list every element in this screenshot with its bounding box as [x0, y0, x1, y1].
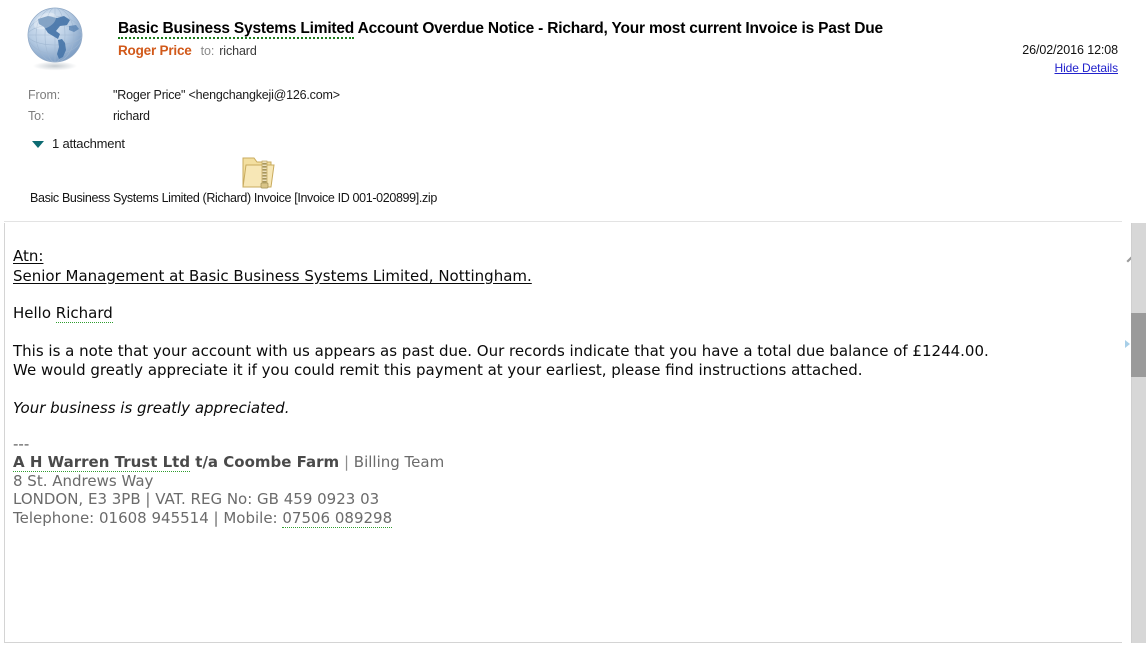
vertical-scrollbar-track[interactable]	[1131, 223, 1146, 643]
attachments-count-label: 1 attachment	[52, 136, 125, 151]
attention-label: Atn:	[13, 247, 44, 265]
email-message-view: Basic Business Systems Limited Account O…	[0, 0, 1146, 645]
attention-block: Atn: Senior Management at Basic Business…	[13, 247, 1103, 286]
body-paragraph-line-2: We would greatly appreciate it if you co…	[13, 361, 863, 379]
body-paragraph: This is a note that your account with us…	[13, 342, 1103, 381]
signature-divider: |	[339, 453, 354, 471]
detail-row-to: To: richard	[28, 109, 728, 130]
detail-label-to: To:	[28, 109, 45, 123]
message-meta: 26/02/2016 12:08 Hide Details	[878, 42, 1118, 77]
signature-company-line: A H Warren Trust Ltd t/a Coombe Farm | B…	[13, 453, 1103, 472]
signature-separator: ---	[13, 435, 30, 453]
sender-name[interactable]: Roger Price	[118, 43, 192, 58]
signature-company: A H Warren Trust Ltd	[13, 453, 191, 472]
signature-mobile: 07506 089298	[282, 508, 393, 528]
to-label: to:	[200, 44, 215, 58]
subject-block: Basic Business Systems Limited Account O…	[118, 19, 948, 60]
avatar	[24, 6, 90, 72]
message-date: 26/02/2016 12:08	[1022, 43, 1118, 57]
body-paragraph-line-1: This is a note that your account with us…	[13, 341, 989, 360]
caret-right-icon	[1125, 340, 1130, 348]
detail-value-to[interactable]: richard	[113, 109, 150, 123]
detail-row-from: From: "Roger Price" <hengchangkeji@126.c…	[28, 88, 728, 109]
message-body-pane: Atn: Senior Management at Basic Business…	[4, 223, 1122, 643]
to-recipient[interactable]: richard	[219, 44, 257, 58]
vertical-scrollbar-thumb[interactable]	[1131, 313, 1146, 377]
greeting-prefix: Hello	[13, 304, 56, 322]
attachments-toggle[interactable]: 1 attachment	[32, 136, 125, 151]
attention-recipient: Senior Management at Basic Business Syst…	[13, 266, 532, 285]
signature-address: 8 St. Andrews Way	[13, 471, 154, 490]
attachment-filename[interactable]: Basic Business Systems Limited (Richard)…	[30, 191, 437, 205]
signature-city-vat: LONDON, E3 3PB | VAT. REG No: GB 459 092…	[13, 490, 380, 508]
greeting-name: Richard	[55, 304, 113, 323]
message-subject: Basic Business Systems Limited Account O…	[118, 19, 948, 39]
signature-department: Billing Team	[353, 453, 445, 471]
globe-icon	[27, 7, 83, 71]
signature-contact-line: Telephone: 01608 945514 | Mobile: 07506 …	[13, 508, 1103, 528]
message-body: Atn: Senior Management at Basic Business…	[13, 247, 1103, 528]
signature-block: --- A H Warren Trust Ltd t/a Coombe Farm…	[13, 435, 1103, 528]
scroll-area	[1122, 223, 1146, 643]
signature-phone-label: Telephone: 01608 945514 | Mobile:	[13, 508, 283, 527]
subject-remainder: Account Overdue Notice - Richard, Your m…	[354, 20, 883, 37]
triangle-down-icon	[32, 140, 44, 148]
header-separator	[4, 221, 1122, 222]
closing-italic-line: Your business is greatly appreciated.	[13, 398, 290, 417]
signature-company-trading: t/a Coombe Farm	[190, 453, 340, 471]
greeting-line: Hello Richard	[13, 304, 1103, 324]
detail-rows: From: "Roger Price" <hengchangkeji@126.c…	[28, 88, 728, 130]
message-header: Basic Business Systems Limited Account O…	[0, 0, 1146, 222]
sender-row: Roger Price to: richard	[118, 42, 948, 60]
detail-value-from[interactable]: "Roger Price" <hengchangkeji@126.com>	[113, 88, 340, 102]
detail-label-from: From:	[28, 88, 61, 102]
subject-company: Basic Business Systems Limited	[118, 20, 355, 39]
zip-folder-icon[interactable]	[240, 152, 278, 192]
hide-details-link[interactable]: Hide Details	[1055, 61, 1119, 75]
